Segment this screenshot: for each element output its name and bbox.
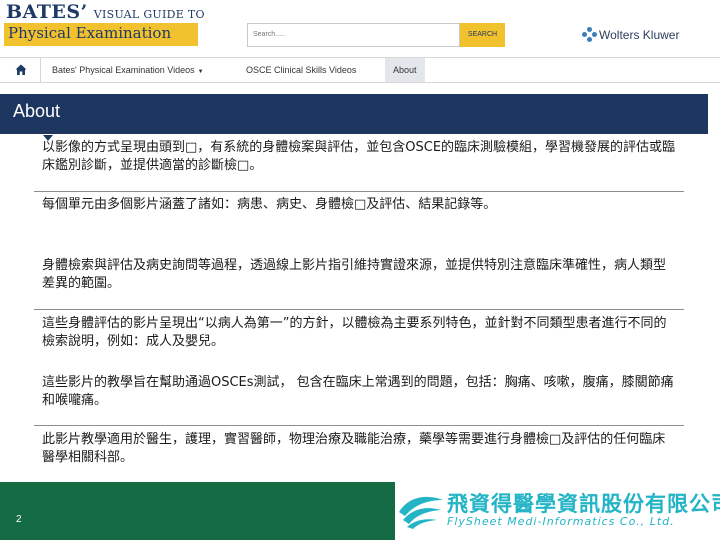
nav-item-label: Bates' Physical Examination Videos [52,65,195,75]
search-button[interactable]: SEARCH [460,23,505,47]
nav-item-osce-videos[interactable]: OSCE Clinical Skills Videos [238,58,364,82]
company-logo-area: 飛資得醫學資訊股份有限公司 FlySheet Medi-Informatics … [395,482,720,540]
nav-item-label: About [393,65,417,75]
wolters-kluwer-logo[interactable]: Wolters Kluwer [582,24,679,43]
logo-subtitle: VISUAL GUIDE TO [93,8,205,21]
nav-home-button[interactable] [0,58,41,82]
company-name-english: FlySheet Medi-Informatics Co., Ltd. [447,515,675,528]
paragraph-units: 每個單元由多個影片涵蓋了諸如：病患、病史、身體檢□及評估、結果記錄等。 [42,197,497,212]
main-nav: Bates' Physical Examination Videos ▼ OSCE… [0,57,720,83]
divider [34,309,684,310]
page-number: 2 [16,514,22,525]
flysheet-logo-icon [399,496,443,529]
slide-footer: 2 飛資得醫學資訊股份有限公司 FlySheet Medi-Informatic… [0,482,720,540]
about-header-band: About [0,94,708,134]
divider [34,191,684,192]
company-name-chinese: 飛資得醫學資訊股份有限公司 [447,492,720,516]
wolters-kluwer-icon [582,26,598,43]
nav-item-label: OSCE Clinical Skills Videos [246,65,357,75]
caret-down-icon: ▼ [197,69,204,75]
paragraph-osce: 這些影片的教學旨在幫助通過OSCEs測試， 包含在臨床上常遇到的問題，包括：胸痛… [42,375,674,408]
logo-brand: BATES’ [6,1,88,23]
paragraph-intro: 以影像的方式呈現由頭到□，有系統的身體檢案與評估，並包含OSCE的臨床測驗模組，… [42,140,676,173]
search-input[interactable]: Search..... [247,23,460,47]
paragraph-audience: 此影片教學適用於醫生，護理，實習醫師，物理治療及職能治療，藥學等需要進行身體檢□… [42,432,666,465]
page-gutter [708,84,720,134]
paragraph-patient-first: 這些身體評估的影片呈現出“以病人為第一”的方針，以體檢為主要系列特色，並針對不同… [42,316,667,349]
nav-item-about[interactable]: About [385,58,425,82]
bates-logo[interactable]: BATES’ VISUAL GUIDE TO [6,1,205,23]
divider [34,425,684,426]
home-icon [15,64,27,75]
site-header: BATES’ VISUAL GUIDE TO Physical Examinati… [0,0,720,54]
page-title: About [13,101,61,121]
paragraph-process: 身體檢索與評估及病史詢問等過程，透過線上影片指引維持實證來源，並提供特別注意臨床… [42,258,667,291]
nav-item-bates-videos[interactable]: Bates' Physical Examination Videos ▼ [44,58,212,82]
logo-product-band[interactable]: Physical Examination [4,23,198,46]
logo-product: Physical Examination [8,24,172,42]
publisher-name: Wolters Kluwer [599,27,680,42]
